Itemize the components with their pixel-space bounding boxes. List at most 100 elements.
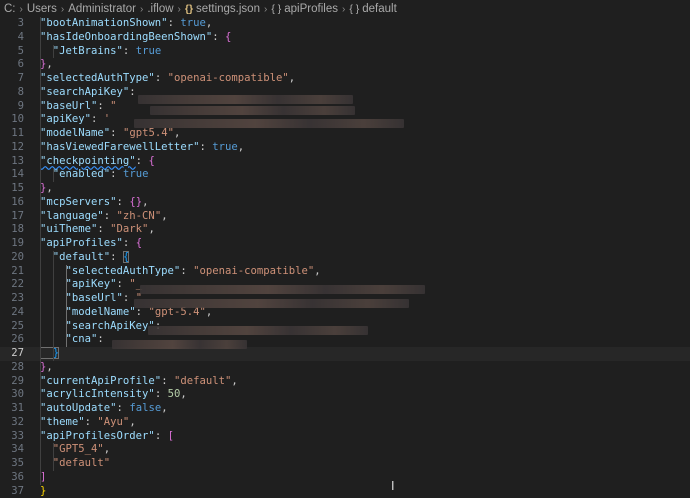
line-number: 32	[0, 416, 24, 430]
code-token: :	[199, 141, 212, 153]
code-token: "currentApiProfile"	[40, 375, 161, 387]
code-token: "searchApiKey"	[40, 86, 129, 98]
code-token: {}	[129, 196, 142, 208]
line-number: 5	[0, 45, 24, 59]
line-number: 19	[0, 237, 24, 251]
code-token: :	[91, 113, 104, 125]
code-text: },	[40, 58, 53, 72]
code-token: "Dark"	[110, 223, 148, 235]
code-token: {	[148, 155, 154, 167]
code-token: "autoUpdate"	[40, 402, 117, 414]
code-line[interactable]: 4"hasIdeOnboardingBeenShown": {	[0, 31, 690, 45]
code-line[interactable]: 29"currentApiProfile": "default",	[0, 375, 690, 389]
line-number: 14	[0, 168, 24, 182]
code-text: "uiTheme": "Dark",	[40, 223, 155, 237]
redacted-value	[148, 326, 368, 335]
code-line[interactable]: 13"checkpointing": {	[0, 155, 690, 169]
code-line[interactable]: 11"modelName": "gpt5.4",	[0, 127, 690, 141]
code-token: 50	[168, 388, 181, 400]
code-token: }	[40, 485, 46, 497]
line-number: 23	[0, 292, 24, 306]
breadcrumb-file[interactable]: settings.json	[196, 3, 260, 15]
code-token: "hasIdeOnboardingBeenShown"	[40, 31, 212, 43]
code-token: ,	[142, 196, 148, 208]
code-token: "acrylicIntensity"	[40, 388, 155, 400]
line-number: 17	[0, 210, 24, 224]
code-line[interactable]: 15},	[0, 182, 690, 196]
code-text: },	[40, 182, 53, 196]
code-token: :	[85, 416, 98, 428]
code-editor[interactable]: 3"bootAnimationShown": true,4"hasIdeOnbo…	[0, 15, 690, 495]
code-token: "GPT5_4"	[40, 443, 104, 455]
code-token: "enabled"	[40, 168, 110, 180]
code-line[interactable]: 34 "GPT5_4",	[0, 443, 690, 457]
code-token: ,	[46, 361, 52, 373]
line-number: 8	[0, 86, 24, 100]
code-token: {	[225, 31, 231, 43]
code-line[interactable]: 18"uiTheme": "Dark",	[0, 223, 690, 237]
chevron-right-icon: ›	[140, 4, 143, 15]
code-text: "hasIdeOnboardingBeenShown": {	[40, 31, 231, 45]
code-token: :	[155, 72, 168, 84]
code-text: "mcpServers": {},	[40, 196, 148, 210]
line-number: 7	[0, 72, 24, 86]
code-line[interactable]: 17 "language": "zh-CN",	[0, 210, 690, 224]
code-line[interactable]: 27 }	[0, 347, 690, 361]
breadcrumb-node-default[interactable]: default	[362, 3, 397, 15]
object-braces-icon: { }	[271, 3, 281, 15]
line-number: 15	[0, 182, 24, 196]
indent-guide	[66, 265, 67, 348]
code-line[interactable]: 31"autoUpdate": false,	[0, 402, 690, 416]
line-number: 11	[0, 127, 24, 141]
code-line[interactable]: 14 "enabled": true	[0, 168, 690, 182]
code-line[interactable]: 28},	[0, 361, 690, 375]
json-braces-icon: {}	[185, 3, 193, 15]
code-token: "openai-compatible"	[168, 72, 289, 84]
code-token: "checkpointing"	[40, 155, 136, 167]
code-line[interactable]: 26 "cna":	[0, 333, 690, 347]
code-line[interactable]: 5 "JetBrains": true	[0, 45, 690, 59]
code-token: "searchApiKey"	[40, 320, 155, 332]
code-line[interactable]: 7"selectedAuthType": "openai-compatible"…	[0, 72, 690, 86]
code-line[interactable]: 21 "selectedAuthType": "openai-compatibl…	[0, 265, 690, 279]
breadcrumb-node-apiprofiles[interactable]: apiProfiles	[284, 3, 338, 15]
code-token: :	[123, 237, 136, 249]
breadcrumb-users[interactable]: Users	[27, 3, 57, 15]
text-cursor-icon: I	[391, 480, 401, 492]
code-token: "apiKey"	[40, 113, 91, 125]
code-line[interactable]: 24 "modelName": "gpt-5.4",	[0, 306, 690, 320]
code-line[interactable]: 20 "default": {	[0, 251, 690, 265]
code-line[interactable]: 3"bootAnimationShown": true,	[0, 17, 690, 31]
code-token: :	[117, 196, 130, 208]
indent-guide	[40, 17, 41, 485]
code-token: "cna"	[40, 333, 97, 345]
line-number: 36	[0, 471, 24, 485]
code-text: "language": "zh-CN",	[40, 210, 168, 224]
code-token: "apiProfiles"	[40, 237, 123, 249]
code-line[interactable]: 6},	[0, 58, 690, 72]
line-number: 29	[0, 375, 24, 389]
redacted-value	[138, 95, 353, 104]
code-token: ,	[104, 443, 110, 455]
code-line[interactable]: 35 "default"	[0, 457, 690, 471]
code-token: :	[212, 31, 225, 43]
code-line[interactable]: 12"hasViewedFarewellLetter": true,	[0, 141, 690, 155]
code-line[interactable]: 36]	[0, 471, 690, 485]
code-token: true	[212, 141, 238, 153]
line-number: 16	[0, 196, 24, 210]
code-line[interactable]: 19"apiProfiles": {	[0, 237, 690, 251]
breadcrumb-user[interactable]: Administrator	[68, 3, 136, 15]
code-text: "enabled": true	[40, 168, 148, 182]
code-line[interactable]: 32"theme": "Ayu",	[0, 416, 690, 430]
code-line[interactable]: 33"apiProfilesOrder": [	[0, 430, 690, 444]
code-token: ,	[180, 388, 186, 400]
code-line[interactable]: 37}	[0, 485, 690, 498]
code-token: true	[123, 168, 149, 180]
code-token: :	[180, 265, 193, 277]
breadcrumb-folder[interactable]: .iflow	[147, 3, 173, 15]
redacted-value	[140, 285, 425, 294]
breadcrumb-drive[interactable]: C:	[4, 3, 16, 15]
code-line[interactable]: 30"acrylicIntensity": 50,	[0, 388, 690, 402]
code-token: "mcpServers"	[40, 196, 117, 208]
code-line[interactable]: 16 "mcpServers": {},	[0, 196, 690, 210]
